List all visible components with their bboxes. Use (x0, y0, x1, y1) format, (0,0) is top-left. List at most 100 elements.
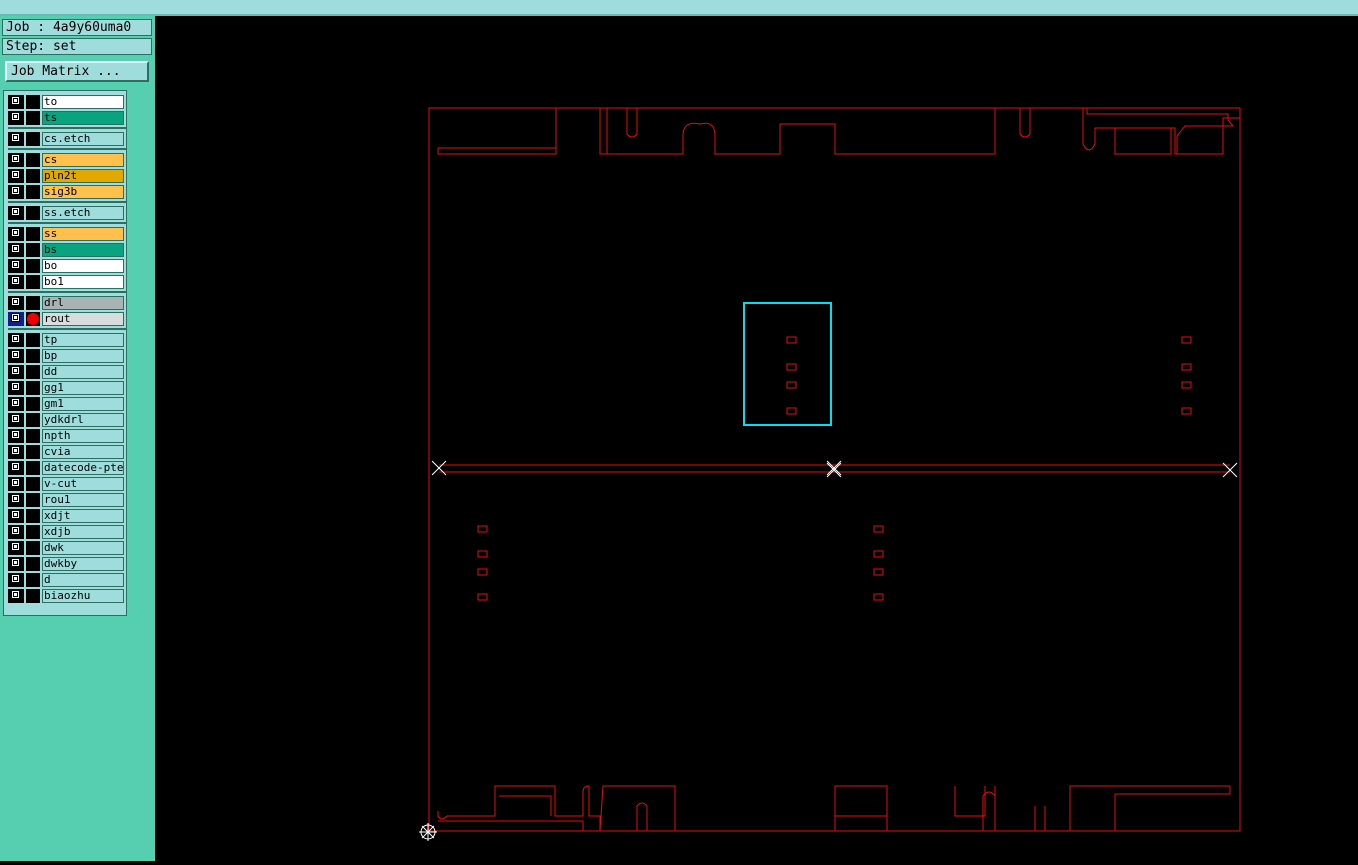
layer-name[interactable]: dwkby (42, 557, 124, 571)
layer-name[interactable]: tp (42, 333, 124, 347)
layer-row-biaozhu[interactable]: biaozhu (8, 589, 126, 603)
layer-name[interactable]: bo1 (42, 275, 124, 289)
layer-row-rou1[interactable]: rou1 (8, 493, 126, 507)
layer-row-d[interactable]: d (8, 573, 126, 587)
layer-checkbox[interactable] (11, 526, 20, 535)
layer-name[interactable]: to (42, 95, 124, 109)
layer-row-xdjb[interactable]: xdjb (8, 525, 126, 539)
layer-row-to[interactable]: to (8, 95, 126, 109)
layer-name[interactable]: rout (42, 312, 124, 326)
layer-state-cell[interactable] (26, 477, 40, 491)
layer-checkbox[interactable] (11, 446, 20, 455)
layer-state-cell[interactable] (26, 259, 40, 273)
layer-row-datecode-pte[interactable]: datecode-pte (8, 461, 126, 475)
layer-checkbox[interactable] (11, 313, 20, 322)
layer-row-bo1[interactable]: bo1 (8, 275, 126, 289)
graphic-canvas[interactable] (155, 16, 1358, 861)
layer-state-cell[interactable] (26, 461, 40, 475)
layer-checkbox[interactable] (11, 186, 20, 195)
layer-state-cell[interactable] (26, 296, 40, 310)
layer-row-gg1[interactable]: gg1 (8, 381, 126, 395)
layer-name[interactable]: npth (42, 429, 124, 443)
layer-row-cvia[interactable]: cvia (8, 445, 126, 459)
layer-checkbox[interactable] (11, 558, 20, 567)
layer-checkbox[interactable] (11, 494, 20, 503)
layer-state-cell[interactable] (26, 185, 40, 199)
layer-state-cell[interactable] (26, 397, 40, 411)
layer-checkbox[interactable] (11, 96, 20, 105)
layer-name[interactable]: cs.etch (42, 132, 124, 146)
layer-state-cell[interactable] (26, 95, 40, 109)
layer-state-cell[interactable] (26, 381, 40, 395)
layer-name[interactable]: gg1 (42, 381, 124, 395)
layer-name[interactable]: d (42, 573, 124, 587)
layer-row-tp[interactable]: tp (8, 333, 126, 347)
layer-row-npth[interactable]: npth (8, 429, 126, 443)
layer-name[interactable]: gm1 (42, 397, 124, 411)
layer-checkbox[interactable] (11, 398, 20, 407)
layer-checkbox[interactable] (11, 510, 20, 519)
layer-name[interactable]: cvia (42, 445, 124, 459)
layer-state-cell[interactable] (26, 206, 40, 220)
layer-row-dd[interactable]: dd (8, 365, 126, 379)
layer-state-cell[interactable] (26, 275, 40, 289)
layer-row-gm1[interactable]: gm1 (8, 397, 126, 411)
layer-name[interactable]: ydkdrl (42, 413, 124, 427)
layer-row-dwk[interactable]: dwk (8, 541, 126, 555)
layer-state-cell[interactable] (26, 227, 40, 241)
layer-row-v-cut[interactable]: v-cut (8, 477, 126, 491)
layer-row-bo[interactable]: bo (8, 259, 126, 273)
layer-checkbox[interactable] (11, 574, 20, 583)
layer-state-cell[interactable] (26, 573, 40, 587)
layer-state-cell[interactable] (26, 243, 40, 257)
layer-checkbox[interactable] (11, 244, 20, 253)
layer-state-cell[interactable] (26, 132, 40, 146)
layer-state-cell[interactable] (26, 153, 40, 167)
layer-name[interactable]: biaozhu (42, 589, 124, 603)
layer-name[interactable]: xdjb (42, 525, 124, 539)
layer-state-cell[interactable] (26, 541, 40, 555)
layer-checkbox[interactable] (11, 228, 20, 237)
layer-row-drl[interactable]: drl (8, 296, 126, 310)
layer-name[interactable]: v-cut (42, 477, 124, 491)
layer-name[interactable]: cs (42, 153, 124, 167)
layer-state-cell[interactable] (26, 493, 40, 507)
layer-state-cell[interactable] (26, 557, 40, 571)
layer-name[interactable]: pln2t (42, 169, 124, 183)
layer-name[interactable]: rou1 (42, 493, 124, 507)
layer-checkbox[interactable] (11, 590, 20, 599)
layer-name[interactable]: sig3b (42, 185, 124, 199)
layer-state-cell[interactable] (26, 525, 40, 539)
layer-row-ydkdrl[interactable]: ydkdrl (8, 413, 126, 427)
layer-row-rout[interactable]: rout (8, 312, 126, 326)
layer-state-cell[interactable] (26, 445, 40, 459)
layer-row-cs[interactable]: cs (8, 153, 126, 167)
layer-state-cell[interactable] (26, 589, 40, 603)
layer-checkbox[interactable] (11, 414, 20, 423)
layer-name[interactable]: drl (42, 296, 124, 310)
layer-name[interactable]: bo (42, 259, 124, 273)
layer-name[interactable]: dwk (42, 541, 124, 555)
layer-state-cell[interactable] (26, 413, 40, 427)
layer-checkbox[interactable] (11, 112, 20, 121)
layer-checkbox[interactable] (11, 382, 20, 391)
layer-checkbox[interactable] (11, 366, 20, 375)
layer-name[interactable]: bs (42, 243, 124, 257)
layer-name[interactable]: datecode-pte (42, 461, 124, 475)
layer-checkbox[interactable] (11, 462, 20, 471)
layer-name[interactable]: ts (42, 111, 124, 125)
layer-name[interactable]: ss.etch (42, 206, 124, 220)
layer-row-xdjt[interactable]: xdjt (8, 509, 126, 523)
layer-state-cell[interactable] (26, 312, 40, 326)
layer-checkbox[interactable] (11, 478, 20, 487)
layer-state-cell[interactable] (26, 365, 40, 379)
layer-row-cs.etch[interactable]: cs.etch (8, 132, 126, 146)
layer-row-ss.etch[interactable]: ss.etch (8, 206, 126, 220)
layer-state-cell[interactable] (26, 349, 40, 363)
layer-row-ts[interactable]: ts (8, 111, 126, 125)
layer-state-cell[interactable] (26, 169, 40, 183)
layer-checkbox[interactable] (11, 133, 20, 142)
layer-checkbox[interactable] (11, 154, 20, 163)
layer-checkbox[interactable] (11, 542, 20, 551)
layer-checkbox[interactable] (11, 207, 20, 216)
